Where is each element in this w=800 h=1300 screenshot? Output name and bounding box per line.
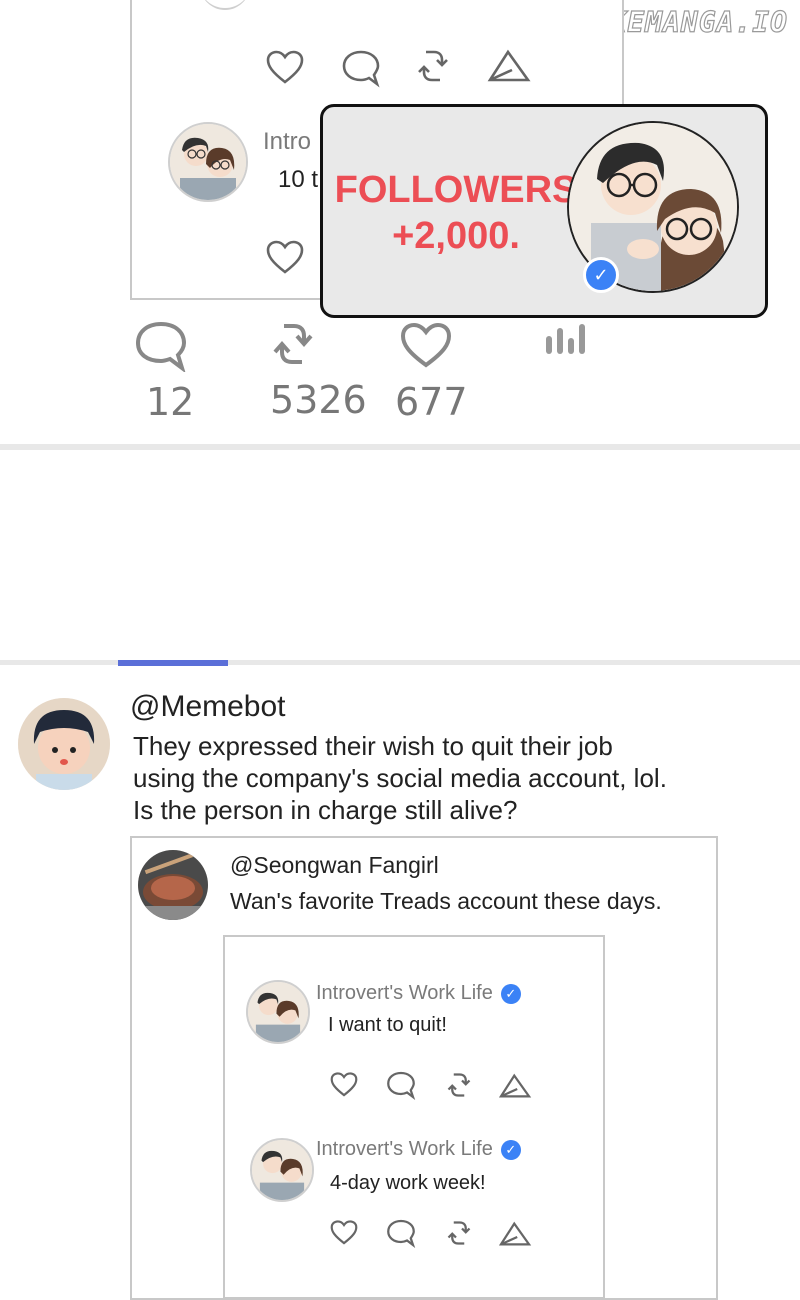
verified-icon: ✓ <box>500 983 521 1004</box>
verified-badge-icon: ✓ <box>583 257 619 293</box>
inner-post-text: 4-day work week! <box>330 1172 486 1194</box>
comment-count: 12 <box>146 380 195 424</box>
active-tab-indicator[interactable] <box>118 660 228 666</box>
share-icon[interactable] <box>498 1072 532 1100</box>
followers-popup-text: FOLLOWERS +2,000. <box>331 167 581 259</box>
stats-bars-icon[interactable] <box>544 320 586 356</box>
inner-post-text: I want to quit! <box>328 1014 447 1036</box>
inner-post-author-name[interactable]: Introvert's Work Life <box>316 1138 493 1160</box>
like-count: 677 <box>395 380 468 424</box>
post-text: They expressed their wish to quit their … <box>133 730 753 826</box>
comment-icon[interactable] <box>386 1218 416 1248</box>
heart-icon[interactable] <box>266 50 304 86</box>
inner-post-actions <box>330 1218 540 1250</box>
heart-icon[interactable] <box>330 1072 358 1098</box>
inner-post-author: Introvert's Work Life ✓ <box>316 982 521 1005</box>
share-icon[interactable] <box>486 48 532 84</box>
verified-icon: ✓ <box>500 1139 521 1160</box>
heart-icon[interactable] <box>266 240 304 276</box>
like-icon[interactable] <box>400 322 452 370</box>
post-text-line: using the company's social media account… <box>133 763 667 793</box>
comment-icon[interactable] <box>134 320 188 372</box>
quote-handle[interactable]: @Seongwan Fangirl <box>230 852 439 879</box>
repost-icon[interactable] <box>270 316 316 372</box>
repost-count: 5326 <box>270 378 367 422</box>
popup-line-2: +2,000. <box>392 215 520 257</box>
comment-icon[interactable] <box>386 1070 416 1100</box>
avatar-introvert <box>246 980 310 1044</box>
popup-line-1: FOLLOWERS <box>334 169 578 211</box>
post-text-line: Is the person in charge still alive? <box>133 795 518 825</box>
avatar-memebot <box>18 698 110 790</box>
top-quote-actions <box>266 46 536 90</box>
section-divider <box>0 444 800 450</box>
repost-icon[interactable] <box>416 46 450 86</box>
post-text-line: They expressed their wish to quit their … <box>133 731 613 761</box>
inner-post-author-name[interactable]: Introvert's Work Life <box>316 982 493 1004</box>
inner-text-partial: 10 t <box>278 166 319 193</box>
avatar-introvert <box>168 122 248 202</box>
inner-post-author: Introvert's Work Life ✓ <box>316 1138 521 1161</box>
share-icon[interactable] <box>498 1220 532 1248</box>
comment-icon[interactable] <box>341 48 381 88</box>
repost-icon[interactable] <box>446 1070 472 1100</box>
heart-icon[interactable] <box>330 1220 358 1246</box>
followers-popup: FOLLOWERS +2,000. ✓ <box>320 104 768 318</box>
quote-text: Wan's favorite Treads account these days… <box>230 888 662 914</box>
post-handle[interactable]: @Memebot <box>130 690 286 724</box>
inner-author-partial: Intro <box>263 128 312 155</box>
avatar-seongwan-fangirl <box>138 850 208 920</box>
inner-post-actions <box>330 1070 540 1102</box>
avatar-introvert <box>250 1138 314 1202</box>
repost-icon[interactable] <box>446 1218 472 1248</box>
